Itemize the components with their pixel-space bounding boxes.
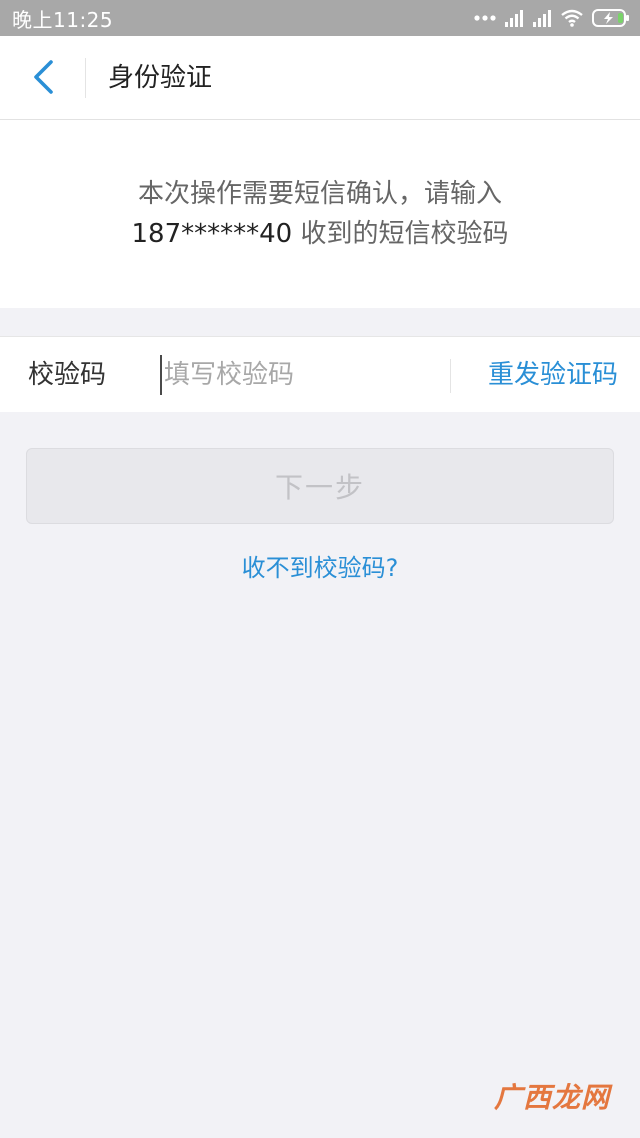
input-divider [450,359,451,393]
chevron-left-icon [31,59,55,99]
message-line-1: 本次操作需要短信确认，请输入 [137,179,502,209]
wifi-icon [560,9,584,27]
page-title: 身份验证 [108,63,213,93]
message-line-2-suffix: 收到的短信校验码 [292,219,509,249]
signal-icon [504,9,524,27]
message-line-2: 187******40 收到的短信校验码 [132,214,509,254]
back-button[interactable] [18,54,68,104]
watermark-logo: 广西龙网 [493,1081,610,1114]
status-icons [474,9,630,27]
status-bar: 晚上11:25 [0,0,640,36]
verification-code-input[interactable] [160,355,434,395]
battery-charging-icon [592,9,630,27]
masked-phone-number: 187******40 [131,219,293,249]
verification-code-label: 校验码 [28,360,107,390]
more-dots-icon [474,14,496,22]
signal-icon [532,9,552,27]
nav-divider [85,58,86,98]
message-section: 本次操作需要短信确认，请输入 187******40 收到的短信校验码 [0,120,640,308]
next-step-button[interactable]: 下一步 [26,448,614,524]
code-not-received-link[interactable]: 收不到校验码? [0,548,640,588]
verification-code-row: 校验码 重发验证码 [0,336,640,412]
status-time: 晚上11:25 [12,7,114,32]
screen: 晚上11:25 身份验证 本次操作需要短信确认，请输入 187******40 … [0,0,640,1138]
resend-code-button[interactable]: 重发验证码 [488,337,618,413]
nav-bar: 身份验证 [0,36,640,120]
